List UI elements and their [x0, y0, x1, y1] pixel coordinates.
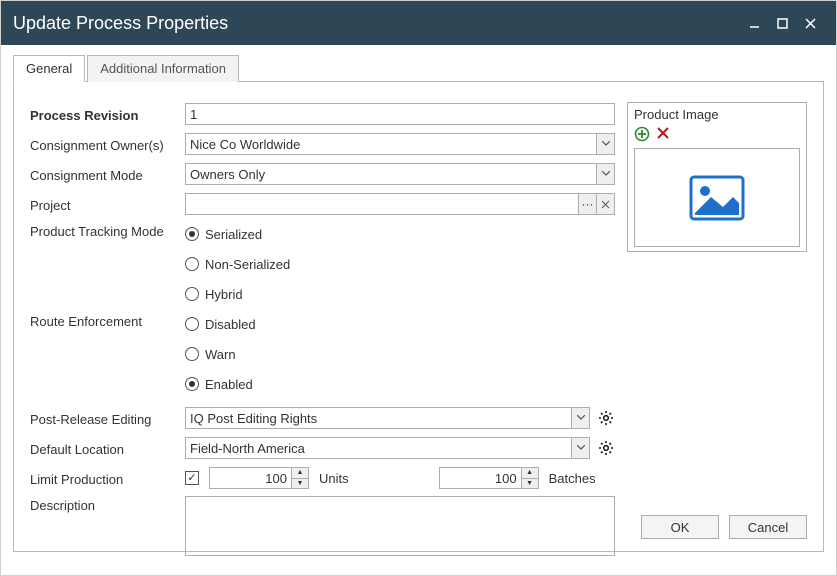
spin-down-icon[interactable]: ▼ [292, 479, 308, 489]
post-release-editing-combo[interactable]: IQ Post Editing Rights [185, 407, 590, 429]
gear-icon[interactable] [596, 408, 615, 428]
gear-icon[interactable] [596, 438, 615, 458]
cancel-button[interactable]: Cancel [729, 515, 807, 539]
minimize-button[interactable] [740, 9, 768, 37]
chevron-down-icon[interactable] [596, 134, 614, 154]
maximize-button[interactable] [768, 9, 796, 37]
ok-button[interactable]: OK [641, 515, 719, 539]
ellipsis-button[interactable]: ··· [578, 194, 596, 214]
spin-down-icon[interactable]: ▼ [522, 479, 538, 489]
image-placeholder [634, 148, 800, 247]
consignment-mode-combo[interactable]: Owners Only [185, 163, 615, 185]
limit-production-checkbox[interactable]: ✓ [185, 471, 199, 485]
radio-icon [185, 227, 199, 241]
radio-icon [185, 317, 199, 331]
units-label: Units [319, 471, 349, 486]
window-title: Update Process Properties [13, 13, 228, 34]
label-description: Description [30, 496, 185, 513]
label-default-location: Default Location [30, 440, 185, 457]
radio-icon [185, 287, 199, 301]
spin-up-icon[interactable]: ▲ [522, 468, 538, 479]
tab-general[interactable]: General [13, 55, 85, 82]
clear-button[interactable] [596, 194, 614, 214]
radio-enabled[interactable]: Enabled [185, 372, 253, 396]
label-consignment-mode: Consignment Mode [30, 166, 185, 183]
radio-disabled[interactable]: Disabled [185, 312, 256, 336]
label-project: Project [30, 196, 185, 213]
spin-up-icon[interactable]: ▲ [292, 468, 308, 479]
radio-icon [185, 257, 199, 271]
description-textarea[interactable] [185, 496, 615, 556]
chevron-down-icon[interactable] [571, 438, 589, 458]
label-limit-production: Limit Production [30, 470, 185, 487]
chevron-down-icon[interactable] [596, 164, 614, 184]
close-button[interactable] [796, 9, 824, 37]
label-process-revision: Process Revision [30, 106, 185, 123]
consignment-owners-combo[interactable]: Nice Co Worldwide [185, 133, 615, 155]
product-image-label: Product Image [634, 107, 800, 122]
product-image-panel: Product Image [627, 102, 807, 252]
tab-additional-information[interactable]: Additional Information [87, 55, 239, 82]
radio-icon [185, 347, 199, 361]
radio-hybrid[interactable]: Hybrid [185, 282, 243, 306]
label-route-enforcement: Route Enforcement [30, 312, 185, 329]
limit-units-stepper[interactable]: 100 ▲▼ [209, 467, 309, 489]
limit-batches-stepper[interactable]: 100 ▲▼ [439, 467, 539, 489]
radio-non-serialized[interactable]: Non-Serialized [185, 252, 290, 276]
batches-label: Batches [549, 471, 596, 486]
radio-serialized[interactable]: Serialized [185, 222, 262, 246]
radio-warn[interactable]: Warn [185, 342, 236, 366]
project-input[interactable]: ··· [185, 193, 615, 215]
default-location-combo[interactable]: Field-North America [185, 437, 590, 459]
process-revision-input[interactable]: 1 [185, 103, 615, 125]
delete-image-icon[interactable] [656, 126, 670, 142]
chevron-down-icon[interactable] [571, 408, 589, 428]
label-post-release-editing: Post-Release Editing [30, 410, 185, 427]
add-image-icon[interactable] [634, 126, 650, 142]
radio-icon [185, 377, 199, 391]
label-product-tracking-mode: Product Tracking Mode [30, 222, 185, 239]
label-consignment-owners: Consignment Owner(s) [30, 136, 185, 153]
